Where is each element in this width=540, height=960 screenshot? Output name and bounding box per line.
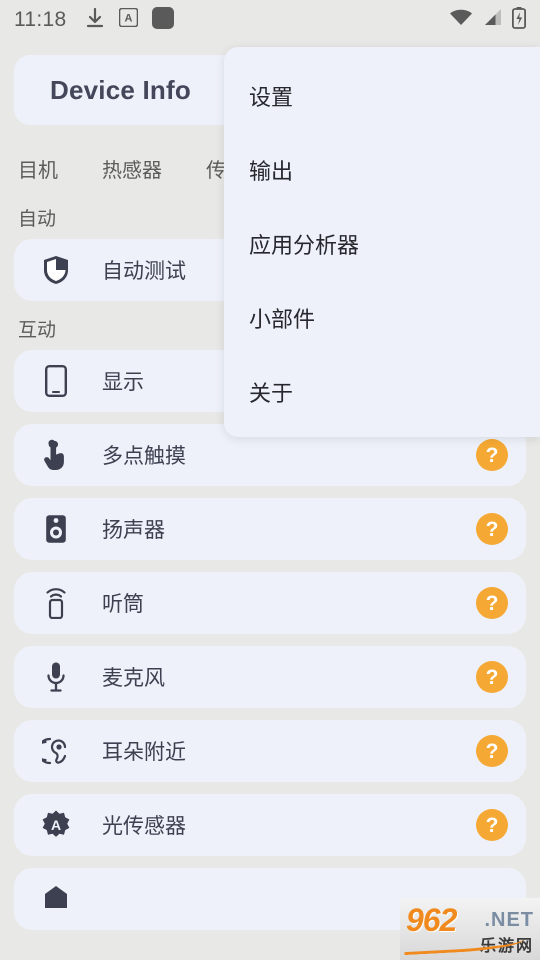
touch-hand-icon — [40, 438, 72, 472]
watermark-main-text: 962 — [406, 902, 457, 938]
list-item-microphone[interactable]: 麦克风 ? — [14, 646, 526, 708]
list-item-label: 多点触摸 — [102, 445, 186, 468]
list-item-label: 扬声器 — [102, 519, 165, 542]
speaker-icon — [40, 512, 72, 546]
list-item-label: 自动测试 — [102, 260, 186, 283]
rounded-square-icon — [151, 6, 174, 34]
download-icon — [85, 7, 105, 34]
status-bar-notification-icons: A — [85, 6, 174, 34]
battery-charging-icon — [511, 6, 526, 34]
shield-icon — [40, 253, 72, 287]
list-item-near-ear[interactable]: 耳朵附近 ? — [14, 720, 526, 782]
watermark-962net: 962 .NET 乐游网 — [400, 898, 540, 960]
status-badge[interactable]: ? — [476, 587, 508, 619]
watermark-net-text: .NET — [484, 909, 534, 931]
svg-text:A: A — [51, 817, 61, 833]
light-sensor-icon: A — [40, 808, 72, 842]
tab-camera[interactable]: 目机 — [18, 154, 58, 183]
tab-sensors[interactable]: 传 — [206, 154, 226, 183]
input-method-a-icon: A — [118, 7, 138, 32]
proximity-ear-icon — [40, 734, 72, 768]
page-title: Device Info — [50, 74, 191, 105]
status-badge[interactable]: ? — [476, 513, 508, 545]
list-item-label: 显示 — [102, 371, 144, 394]
status-badge[interactable]: ? — [476, 809, 508, 841]
status-badge[interactable]: ? — [476, 735, 508, 767]
list-item-label: 麦克风 — [102, 667, 165, 690]
status-bar: 11:18 A — [0, 0, 540, 40]
earpiece-icon — [40, 586, 72, 620]
list-item-label: 光传感器 — [102, 815, 186, 838]
microphone-icon — [40, 660, 72, 694]
list-item-label: 听筒 — [102, 593, 144, 616]
menu-item-widget[interactable]: 小部件 — [224, 281, 540, 355]
menu-item-output[interactable]: 输出 — [224, 133, 540, 207]
sensor-icon — [40, 882, 72, 916]
wifi-icon — [449, 8, 473, 32]
status-bar-clock: 11:18 — [14, 8, 67, 31]
status-badge[interactable]: ? — [476, 661, 508, 693]
list-item-earpiece[interactable]: 听筒 ? — [14, 572, 526, 634]
status-badge[interactable]: ? — [476, 439, 508, 471]
phone-screen-icon — [40, 364, 72, 398]
list-item-light-sensor[interactable]: A 光传感器 ? — [14, 794, 526, 856]
list-item-label: 耳朵附近 — [102, 741, 186, 764]
list-item-speaker[interactable]: 扬声器 ? — [14, 498, 526, 560]
cellular-signal-icon — [482, 8, 503, 32]
menu-item-settings[interactable]: 设置 — [224, 59, 540, 133]
tab-thermal-sensor[interactable]: 热感器 — [102, 154, 162, 183]
svg-text:A: A — [124, 13, 132, 25]
menu-item-app-analyzer[interactable]: 应用分析器 — [224, 207, 540, 281]
overflow-menu[interactable]: 设置 输出 应用分析器 小部件 关于 — [224, 47, 540, 437]
menu-item-about[interactable]: 关于 — [224, 355, 540, 429]
status-bar-system-icons — [449, 6, 526, 34]
